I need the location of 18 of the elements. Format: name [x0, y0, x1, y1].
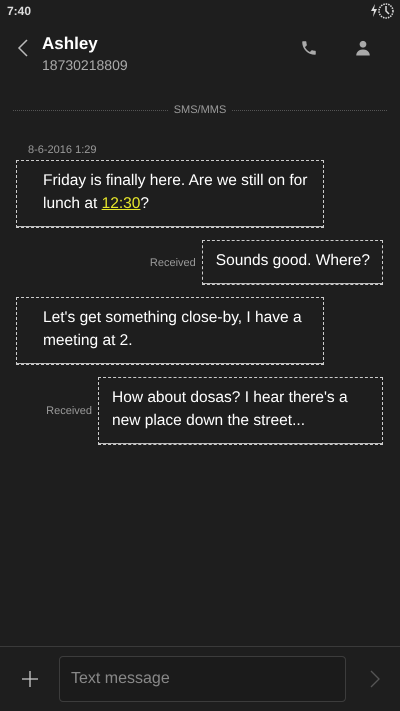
- message-timestamp: 8-6-2016 1:29: [28, 144, 96, 156]
- message-bubble[interactable]: Sounds good. Where?: [202, 240, 383, 285]
- message-bubble[interactable]: Let's get something close-by, I have a meeting at 2.: [16, 297, 324, 365]
- message-bubble[interactable]: How about dosas? I hear there's a new place down the street...: [98, 377, 383, 445]
- message-input[interactable]: Text message: [59, 656, 346, 702]
- person-icon[interactable]: [354, 39, 372, 57]
- charging-clock-icon: [370, 2, 394, 20]
- back-icon[interactable]: [16, 38, 30, 58]
- phone-icon[interactable]: [300, 39, 318, 57]
- phone-number: 18730218809: [42, 57, 128, 73]
- channel-label: SMS/MMS: [174, 104, 226, 116]
- contact-name: Ashley: [42, 34, 98, 54]
- status-time: 7:40: [7, 4, 32, 18]
- received-label: Received: [46, 405, 92, 417]
- received-label: Received: [150, 256, 196, 268]
- time-link[interactable]: 12:30: [102, 195, 140, 212]
- plus-icon[interactable]: [21, 670, 39, 688]
- message-bubble[interactable]: Friday is finally here. Are we still on for lunch at 12:30?: [16, 160, 324, 228]
